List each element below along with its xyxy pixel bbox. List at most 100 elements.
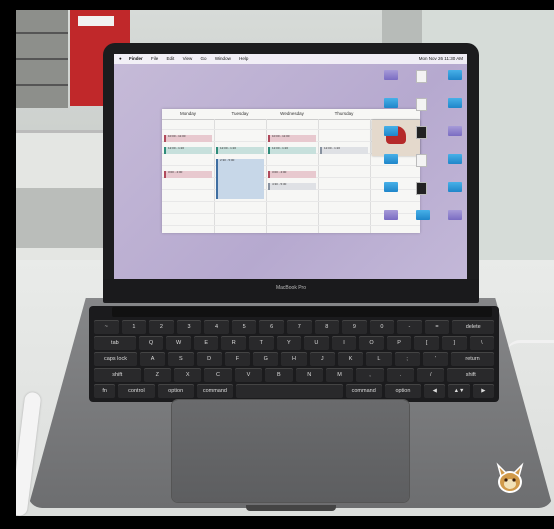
key[interactable]: K — [337, 352, 364, 366]
key[interactable]: command — [345, 384, 382, 398]
folder-purple-icon[interactable] — [384, 210, 398, 220]
menu-view[interactable]: View — [183, 56, 193, 61]
folder-icon[interactable] — [384, 182, 398, 192]
key[interactable]: Z — [143, 368, 171, 382]
key[interactable]: N — [295, 368, 323, 382]
key[interactable]: ~ — [94, 320, 119, 334]
menu-go[interactable]: Go — [201, 56, 207, 61]
key[interactable]: - — [397, 320, 422, 334]
key[interactable]: T — [249, 336, 274, 350]
key[interactable]: 1 — [121, 320, 147, 334]
key[interactable]: D — [196, 352, 222, 366]
key[interactable]: ; — [394, 352, 420, 366]
folder-purple-icon[interactable] — [448, 126, 462, 136]
key[interactable]: ◀ — [424, 384, 446, 398]
doc-icon[interactable] — [416, 98, 427, 111]
key[interactable]: 4 — [204, 320, 229, 334]
key[interactable]: V — [234, 368, 263, 382]
key[interactable]: O — [359, 336, 384, 350]
key[interactable]: ▶ — [472, 384, 494, 398]
doc-icon[interactable] — [416, 154, 427, 167]
folder-icon[interactable] — [384, 98, 398, 108]
key[interactable]: / — [417, 368, 445, 382]
key[interactable]: command — [196, 384, 234, 398]
key[interactable]: ] — [441, 336, 467, 350]
key[interactable]: F — [224, 352, 251, 366]
folder-purple-icon[interactable] — [448, 210, 462, 220]
calendar-event[interactable]: 4:30 - 5:30 — [268, 183, 316, 190]
key[interactable]: option — [157, 384, 194, 398]
key[interactable]: R — [221, 336, 246, 350]
key[interactable]: Y — [276, 336, 302, 350]
key[interactable]: 6 — [259, 320, 284, 334]
calendar-event[interactable]: 10:00 - 11:00 — [164, 135, 212, 142]
key[interactable]: J — [309, 352, 335, 366]
key[interactable]: option — [384, 384, 422, 398]
key[interactable]: M — [325, 368, 354, 382]
folder-icon[interactable] — [416, 210, 430, 220]
folder-icon[interactable] — [448, 70, 462, 80]
key[interactable]: ▲▼ — [448, 384, 470, 398]
folder-icon[interactable] — [448, 182, 462, 192]
folder-purple-icon[interactable] — [384, 70, 398, 80]
dark-doc-icon[interactable] — [416, 126, 427, 139]
key[interactable]: W — [166, 336, 191, 350]
key[interactable]: \ — [469, 336, 495, 350]
key[interactable]: A — [139, 352, 166, 366]
menu-window[interactable]: Window — [215, 56, 231, 61]
key[interactable]: = — [424, 320, 450, 334]
key[interactable]: S — [168, 352, 194, 366]
menu-app-name[interactable]: Finder — [129, 56, 143, 61]
key[interactable]: [ — [414, 336, 439, 350]
doc-icon[interactable] — [416, 70, 427, 83]
key[interactable]: , — [356, 368, 384, 382]
key[interactable]: caps lock — [94, 352, 137, 366]
dark-doc-icon[interactable] — [416, 182, 427, 195]
key[interactable]: delete — [452, 320, 495, 334]
key[interactable]: U — [304, 336, 329, 350]
key[interactable]: 9 — [342, 320, 367, 334]
apple-icon[interactable]: ● — [119, 56, 122, 61]
key[interactable]: G — [253, 352, 279, 366]
calendar-event[interactable]: 2:30 - 5:00 — [216, 159, 264, 199]
key[interactable]: control — [118, 384, 155, 398]
calendar-event[interactable]: 3:00 - 4:00 — [164, 171, 212, 178]
key[interactable]: 0 — [369, 320, 395, 334]
key[interactable]: . — [386, 368, 415, 382]
key[interactable]: Q — [138, 336, 164, 350]
key[interactable]: E — [193, 336, 219, 350]
key[interactable]: P — [386, 336, 412, 350]
key[interactable]: L — [366, 352, 392, 366]
calendar-event[interactable]: 3:00 - 4:00 — [268, 171, 316, 178]
calendar-event[interactable]: 12:00 - 1:20 — [164, 147, 212, 154]
key[interactable]: X — [173, 368, 202, 382]
touch-bar[interactable] — [112, 307, 492, 317]
key[interactable]: shift — [94, 368, 141, 382]
calendar-event[interactable]: 12:00 - 1:20 — [320, 147, 368, 154]
folder-icon[interactable] — [448, 98, 462, 108]
key[interactable]: 5 — [231, 320, 257, 334]
key[interactable]: 8 — [314, 320, 340, 334]
key[interactable]: 3 — [176, 320, 202, 334]
key[interactable]: I — [331, 336, 357, 350]
menu-help[interactable]: Help — [239, 56, 248, 61]
status-clock[interactable]: Mon Nov 26 11:30 AM — [419, 54, 463, 64]
calendar-event[interactable]: 10:00 - 11:00 — [268, 135, 316, 142]
folder-icon[interactable] — [384, 126, 398, 136]
key[interactable] — [236, 384, 343, 398]
key[interactable]: return — [451, 352, 495, 366]
key[interactable]: C — [204, 368, 232, 382]
calendar-event[interactable]: 12:00 - 1:20 — [216, 147, 264, 154]
folder-icon[interactable] — [384, 154, 398, 164]
calendar-event[interactable]: 12:00 - 1:20 — [268, 147, 316, 154]
key[interactable]: ' — [422, 352, 449, 366]
key[interactable]: 7 — [286, 320, 312, 334]
key[interactable]: shift — [447, 368, 495, 382]
key[interactable]: B — [265, 368, 293, 382]
key[interactable]: 2 — [149, 320, 174, 334]
trackpad[interactable] — [172, 400, 409, 502]
menu-edit[interactable]: Edit — [167, 56, 175, 61]
key[interactable]: H — [281, 352, 307, 366]
key[interactable]: tab — [94, 336, 136, 350]
folder-icon[interactable] — [448, 154, 462, 164]
